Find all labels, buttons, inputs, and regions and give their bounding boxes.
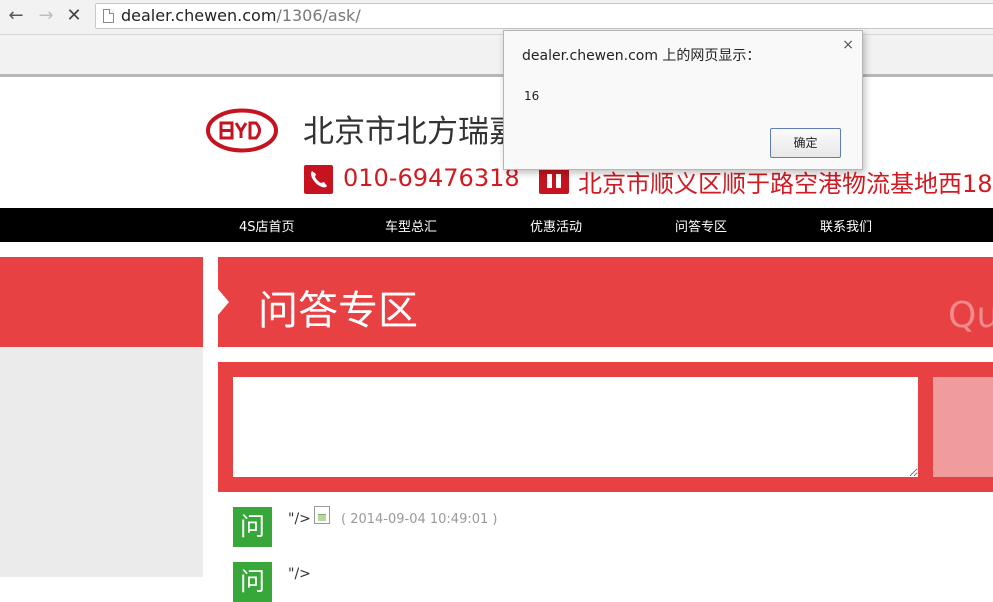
question-badge: 问 bbox=[233, 507, 272, 547]
alert-dialog: dealer.chewen.com 上的网页显示： × 16 确定 bbox=[503, 30, 863, 170]
left-red-band bbox=[0, 257, 203, 347]
broken-image-icon bbox=[314, 506, 330, 524]
question-badge: 问 bbox=[233, 562, 272, 602]
url-path: /1306/ask/ bbox=[276, 6, 361, 25]
dealer-title: 北京市北方瑞嘉 bbox=[303, 114, 520, 150]
page-icon bbox=[103, 9, 114, 23]
dialog-title: dealer.chewen.com 上的网页显示： bbox=[522, 48, 761, 64]
nav-item-home[interactable]: 4S店首页 bbox=[239, 216, 295, 235]
address-icon bbox=[539, 166, 569, 194]
url-text: dealer.chewen.com/1306/ask/ bbox=[121, 6, 361, 25]
url-host: dealer.chewen.com bbox=[121, 6, 277, 25]
forward-arrow-icon[interactable]: → bbox=[36, 6, 56, 26]
section-english-title: Qu bbox=[948, 295, 993, 336]
question-text[interactable]: "/> bbox=[288, 511, 311, 527]
question-input[interactable] bbox=[233, 377, 918, 477]
submit-question-button[interactable] bbox=[933, 377, 993, 477]
back-arrow-icon[interactable]: ← bbox=[6, 6, 26, 26]
dialog-message: 16 bbox=[524, 89, 540, 103]
nav-item-models[interactable]: 车型总汇 bbox=[385, 216, 437, 235]
nav-item-contact[interactable]: 联系我们 bbox=[820, 216, 872, 235]
nav-item-qa[interactable]: 问答专区 bbox=[675, 216, 727, 235]
address-bar[interactable]: dealer.chewen.com/1306/ask/ bbox=[95, 3, 993, 29]
phone-number: 010-69476318 bbox=[343, 164, 520, 192]
section-title: 问答专区 bbox=[258, 288, 418, 334]
question-time: ( 2014-09-04 10:49:01 ) bbox=[341, 512, 498, 527]
ok-button[interactable]: 确定 bbox=[770, 128, 841, 158]
close-icon[interactable]: × bbox=[842, 37, 854, 53]
stop-loading-icon[interactable]: ✕ bbox=[64, 6, 84, 26]
byd-logo bbox=[206, 108, 278, 153]
nav-item-promotions[interactable]: 优惠活动 bbox=[530, 216, 582, 235]
phone-icon bbox=[304, 165, 333, 194]
banner-arrow-icon bbox=[218, 289, 229, 315]
question-text[interactable]: "/> bbox=[288, 566, 311, 582]
main-nav: 4S店首页 车型总汇 优惠活动 问答专区 联系我们 bbox=[0, 208, 993, 242]
